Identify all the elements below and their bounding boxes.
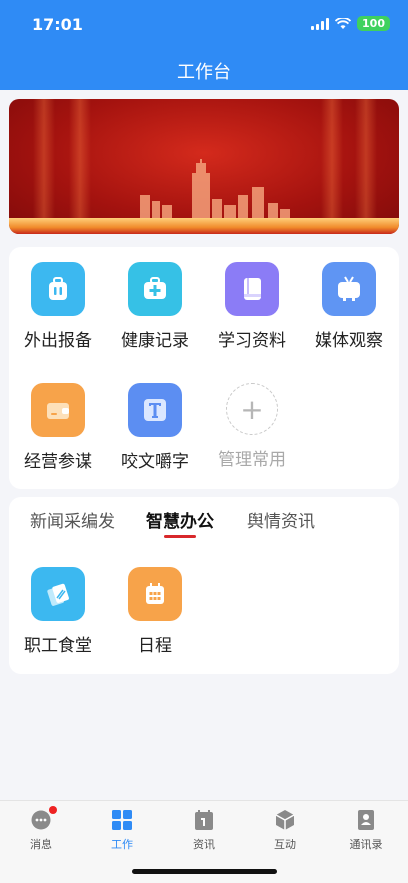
manage-shortcuts-button[interactable]: + 管理常用 — [203, 383, 301, 470]
plus-icon: + — [226, 383, 278, 435]
letter-t-icon — [128, 383, 182, 437]
unread-badge — [49, 806, 57, 814]
tab-news-editing[interactable]: 新闻采编发 — [30, 507, 115, 532]
nav-messages[interactable]: 消息 — [11, 806, 71, 852]
suitcase-icon — [31, 262, 85, 316]
app-jingying-canmou[interactable]: 经营参谋 — [9, 383, 107, 472]
medical-kit-icon — [128, 262, 182, 316]
grid-icon — [111, 809, 133, 831]
app-waichu-baobei[interactable]: 外出报备 — [9, 262, 107, 351]
nav-interaction[interactable]: 互动 — [255, 809, 315, 852]
contacts-icon — [355, 809, 377, 831]
chat-icon — [30, 806, 57, 831]
app-staff-canteen[interactable]: 职工食堂 — [9, 567, 107, 656]
page-title: 工作台 — [177, 62, 231, 83]
app-jiankang-jilu[interactable]: 健康记录 — [106, 262, 204, 351]
book-icon — [225, 262, 279, 316]
app-label: 学习资料 — [218, 331, 286, 351]
nav-contacts[interactable]: 通讯录 — [336, 809, 396, 852]
app-yaowen-jiaozi[interactable]: 咬文嚼字 — [106, 383, 204, 472]
office-card: 新闻采编发 智慧办公 舆情资讯 职工食堂 日程 — [9, 497, 399, 674]
calendar-page-icon — [193, 809, 215, 831]
wifi-icon — [335, 17, 352, 29]
quick-apps-card: 外出报备 健康记录 学习资料 媒体观察 经营参谋 咬文嚼字 + 管理常用 — [9, 247, 399, 489]
cube-icon — [274, 809, 296, 831]
status-time: 17:01 — [32, 15, 83, 34]
nav-work[interactable]: 工作 — [92, 809, 152, 852]
app-label: 外出报备 — [24, 331, 92, 351]
app-label: 管理常用 — [218, 450, 286, 470]
app-label: 健康记录 — [121, 331, 189, 351]
nav-news[interactable]: 资讯 — [174, 809, 234, 852]
app-meiti-guancha[interactable]: 媒体观察 — [300, 262, 398, 351]
app-label: 经营参谋 — [24, 452, 92, 472]
tv-icon — [322, 262, 376, 316]
tab-smart-office[interactable]: 智慧办公 — [146, 507, 214, 538]
tab-public-opinion[interactable]: 舆情资讯 — [247, 507, 315, 532]
home-indicator — [132, 869, 277, 874]
battery-indicator: 100 — [357, 16, 390, 31]
signal-icon — [311, 17, 330, 30]
active-tab-indicator — [164, 535, 196, 538]
skyline-illustration — [140, 159, 290, 223]
app-xuexi-ziliao[interactable]: 学习资料 — [203, 262, 301, 351]
calendar-icon — [128, 567, 182, 621]
app-label: 职工食堂 — [24, 636, 92, 656]
app-label: 日程 — [138, 636, 172, 656]
app-label: 咬文嚼字 — [121, 452, 189, 472]
app-schedule[interactable]: 日程 — [106, 567, 204, 656]
status-icons: 100 — [311, 16, 390, 31]
top-bar: 17:01 100 工作台 — [0, 0, 408, 90]
cards-icon — [31, 567, 85, 621]
tab-bar: 新闻采编发 智慧办公 舆情资讯 — [9, 507, 399, 543]
app-label: 媒体观察 — [315, 331, 383, 351]
wallet-icon — [31, 383, 85, 437]
banner-image[interactable] — [9, 99, 399, 234]
